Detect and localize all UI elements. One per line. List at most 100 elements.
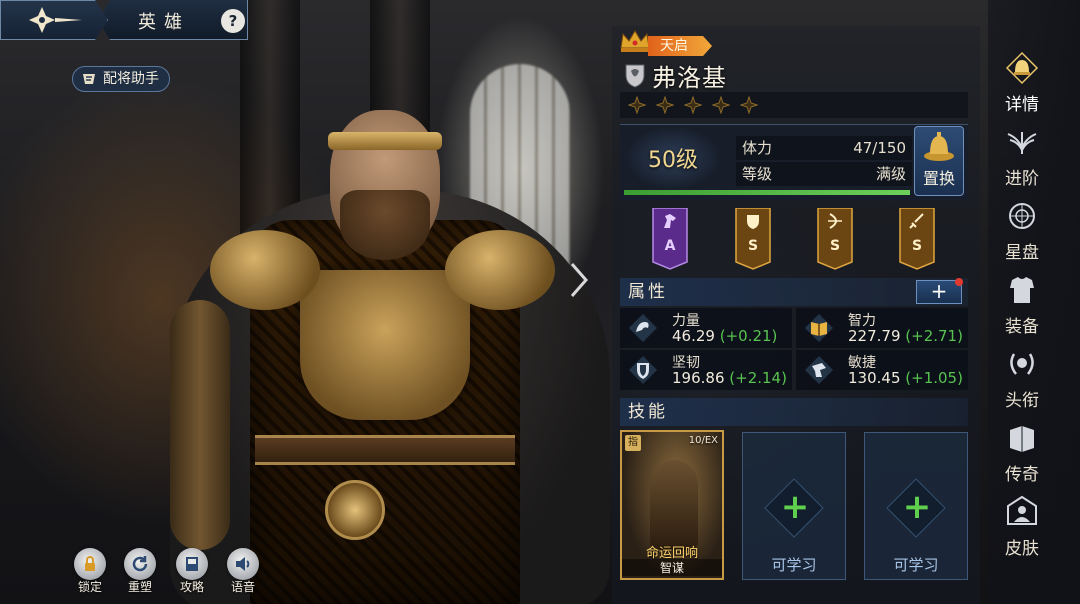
- nav-title[interactable]: 头衔: [992, 346, 1052, 412]
- nav-label: 传奇: [1005, 465, 1039, 485]
- voice-button[interactable]: 语音: [221, 548, 265, 600]
- assistant-label: 配将助手: [103, 71, 159, 87]
- hero-pauldron: [210, 230, 320, 310]
- helmet-icon: [1005, 51, 1039, 85]
- top-bar: 英雄 ?: [0, 0, 258, 40]
- attribute-bonus: (+0.21): [719, 327, 778, 345]
- attribute-toughness: 坚韧 196.86 (+2.14): [620, 350, 792, 390]
- attribute-bonus: (+2.14): [729, 369, 787, 387]
- nav-equipment[interactable]: 装备: [992, 272, 1052, 338]
- attribute-intellect: 智力 227.79 (+2.71): [796, 308, 968, 348]
- wings-icon: [1007, 132, 1037, 154]
- armor-icon: [1010, 277, 1034, 303]
- shield-icon: [747, 215, 759, 229]
- nav-advance[interactable]: 进阶: [992, 124, 1052, 190]
- voice-label: 语音: [230, 580, 255, 594]
- attributes-title: 属性: [628, 282, 668, 302]
- star-icon: [712, 96, 730, 114]
- swap-label: 置换: [922, 169, 955, 188]
- learnable-label: 可学习: [771, 556, 817, 574]
- attribute-bonus: (+2.71): [905, 327, 963, 345]
- reshape-button[interactable]: 重塑: [118, 548, 162, 600]
- attribute-bonus: (+1.05): [905, 369, 963, 387]
- grade-label: 等级: [742, 165, 773, 183]
- plus-icon: +: [780, 487, 810, 527]
- stamina-label: 体力: [742, 139, 773, 157]
- ornate-cross-icon: [29, 7, 82, 33]
- nav-skins[interactable]: 皮肤: [992, 494, 1052, 560]
- grade-value: 满级: [875, 165, 906, 183]
- page-title: 英雄: [138, 12, 190, 33]
- horse-icon: [664, 214, 676, 228]
- portrait-icon: [1007, 495, 1037, 525]
- hero-pauldron: [445, 230, 555, 310]
- star-icon: [628, 96, 646, 114]
- skill-type: 智谋: [622, 559, 722, 576]
- back-button[interactable]: [0, 0, 108, 40]
- nav-label: 头衔: [1005, 391, 1039, 411]
- hero-belt: [255, 435, 515, 465]
- attribute-number: 46.29: [672, 327, 715, 345]
- hero-arm: [170, 300, 230, 550]
- speaker-icon: [227, 548, 259, 580]
- crown-icon: [620, 30, 650, 52]
- hero-beard: [340, 190, 430, 260]
- attribute-value: 196.86 (+2.14): [672, 369, 787, 387]
- hero-name: 弗洛基: [652, 64, 727, 92]
- guide-button[interactable]: 攻略: [170, 548, 214, 600]
- assistant-icon: [83, 74, 95, 84]
- nav-label: 装备: [1005, 317, 1039, 337]
- attribute-agility: 敏捷 130.45 (+1.05): [796, 350, 968, 390]
- laurel-icon: [1010, 353, 1034, 375]
- hero-compass: [325, 480, 385, 540]
- troop-grade-cavalry[interactable]: A: [652, 207, 688, 270]
- guide-label: 攻略: [179, 580, 204, 594]
- skills-title: 技能: [628, 402, 668, 422]
- notification-dot: [955, 278, 963, 286]
- tome-icon: [1010, 426, 1034, 452]
- troop-grade-archer[interactable]: S: [817, 207, 853, 270]
- general-assistant-button[interactable]: 配将助手: [72, 66, 170, 92]
- skills-header: 技能: [620, 398, 968, 426]
- nav-label: 皮肤: [1005, 539, 1039, 559]
- hero-rank-tag: 天启: [648, 36, 712, 56]
- hero-level: 50级: [648, 148, 698, 173]
- sword-icon: [909, 213, 924, 229]
- learnable-label: 可学习: [893, 556, 939, 574]
- xp-bar: [624, 190, 910, 195]
- nav-label: 详情: [1005, 95, 1039, 115]
- skill-level: 10/EX: [688, 435, 718, 446]
- astrolabe-icon: [1009, 203, 1035, 229]
- learnable-skill-slot[interactable]: + 可学习: [742, 432, 846, 580]
- level-medal: 50级: [628, 128, 718, 188]
- lock-icon: [74, 548, 106, 580]
- next-hero-arrow-icon[interactable]: [568, 262, 588, 298]
- troop-grade-letter: A: [664, 238, 676, 254]
- skill-type-badge: 指: [625, 435, 641, 451]
- learnable-skill-slot[interactable]: + 可学习: [864, 432, 968, 580]
- reshape-label: 重塑: [127, 580, 152, 594]
- nav-details[interactable]: 详情: [992, 50, 1052, 116]
- plus-icon: +: [902, 487, 932, 527]
- book-icon: [176, 548, 208, 580]
- attribute-number: 196.86: [672, 369, 725, 387]
- equipped-skill-card[interactable]: 指 10/EX 命运回响 智谋: [620, 430, 724, 580]
- troop-grade-letter: S: [829, 238, 841, 254]
- swap-button[interactable]: 置换: [914, 126, 964, 196]
- nav-legend[interactable]: 传奇: [992, 420, 1052, 486]
- star-icon: [740, 96, 758, 114]
- star-rating: [620, 92, 968, 118]
- attribute-number: 227.79: [848, 327, 901, 345]
- troop-grade-letter: S: [747, 238, 759, 254]
- hero-headband: [328, 132, 442, 150]
- troop-grade-infantry[interactable]: S: [735, 207, 771, 270]
- faction-shield-icon: [625, 64, 645, 88]
- troop-grade-letter: S: [911, 238, 923, 254]
- bow-icon: [828, 213, 842, 229]
- help-button[interactable]: ?: [221, 9, 245, 33]
- nav-astrolabe[interactable]: 星盘: [992, 198, 1052, 264]
- troop-grade-swordsman[interactable]: S: [899, 207, 935, 270]
- attribute-value: 46.29 (+0.21): [672, 327, 777, 345]
- intellect-icon: [805, 314, 833, 342]
- lock-button[interactable]: 锁定: [68, 548, 112, 600]
